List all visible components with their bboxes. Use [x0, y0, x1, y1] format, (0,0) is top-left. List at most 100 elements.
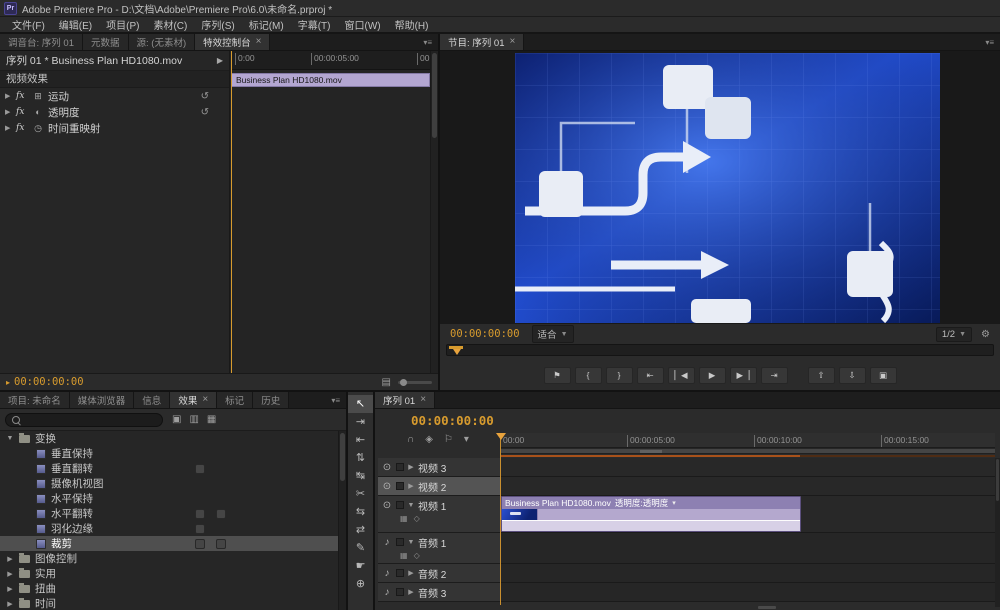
- track-header[interactable]: ⊙ ▶ 视频 3: [378, 458, 500, 477]
- effect-controls-ruler[interactable]: 0:00 00:00:05:00 00:0: [231, 51, 430, 70]
- panel-tab[interactable]: 序列 01 ×: [375, 392, 435, 408]
- track-output-toggle-icon[interactable]: ⊙: [381, 481, 393, 492]
- expand-chevron-icon[interactable]: ▶: [5, 92, 12, 100]
- effects-tree-row[interactable]: ▶ 实用: [0, 566, 338, 581]
- timeline-timecode[interactable]: 00:00:00:00: [411, 413, 494, 428]
- track-expand-icon[interactable]: ▶: [407, 588, 415, 596]
- effects-tree-row[interactable]: ▶ 图像控制: [0, 551, 338, 566]
- track-lane[interactable]: [501, 533, 995, 564]
- scrubber-playhead[interactable]: [453, 349, 461, 355]
- play-button[interactable]: ▶: [699, 367, 726, 384]
- panel-tab[interactable]: 项目: 未命名: [0, 392, 70, 408]
- track-select-tool[interactable]: ⇥: [348, 413, 373, 431]
- panel-tab[interactable]: 调音台: 序列 01: [0, 34, 83, 50]
- track-lock-toggle[interactable]: [396, 501, 404, 509]
- effect-controls-timeline[interactable]: 0:00 00:00:05:00 00:0 Business Plan HD10…: [231, 51, 430, 373]
- effect-row[interactable]: ▶ fx ◐ 透明度 ↺: [0, 104, 229, 120]
- razor-tool[interactable]: ✂: [348, 485, 373, 503]
- effects-tree-row[interactable]: 羽化边缘: [0, 521, 338, 536]
- effects-tree-row[interactable]: ▶ 时间: [0, 596, 338, 610]
- track-header[interactable]: ♪ ▶ 音频 3: [378, 583, 500, 602]
- effect-controls-timecode[interactable]: 00:00:00:00: [14, 376, 84, 388]
- effects-tree-row[interactable]: 水平翻转: [0, 506, 338, 521]
- track-lane[interactable]: [501, 564, 995, 583]
- audio-effects-filter-icon[interactable]: ▥: [189, 415, 198, 425]
- search-box[interactable]: [5, 413, 163, 427]
- effects-tree-row[interactable]: ▶ 扭曲: [0, 581, 338, 596]
- marker-button[interactable]: ⚐: [444, 435, 453, 445]
- effects-tree-row[interactable]: 摄像机视图: [0, 476, 338, 491]
- tab-close-icon[interactable]: ×: [202, 395, 208, 405]
- expand-chevron-icon[interactable]: ▶: [6, 585, 14, 593]
- playhead-caret[interactable]: [496, 433, 506, 440]
- program-monitor-stage[interactable]: [440, 51, 1000, 324]
- clip-effect-dropdown-icon[interactable]: ▾: [672, 499, 676, 507]
- encore-chapter-marker-button[interactable]: ◈: [425, 435, 433, 445]
- zoom-tool[interactable]: ⊕: [348, 575, 373, 593]
- step-back-button[interactable]: ▏◀: [668, 367, 695, 384]
- fit-dropdown[interactable]: 适合 ▼: [532, 325, 574, 343]
- ripple-edit-tool[interactable]: ⇤: [348, 431, 373, 449]
- timeline-clip[interactable]: Business Plan HD1080.mov 透明度:透明度 ▾: [501, 496, 801, 532]
- zoom-slider-knob[interactable]: [400, 379, 407, 386]
- menu-item[interactable]: 字幕(T): [291, 17, 338, 32]
- menu-item[interactable]: 标记(M): [242, 17, 291, 32]
- track-expand-icon[interactable]: ▶: [407, 482, 415, 490]
- track-output-toggle-icon[interactable]: ⊙: [381, 500, 393, 511]
- expand-chevron-icon[interactable]: ▶: [6, 570, 14, 578]
- hand-tool[interactable]: ☛: [348, 557, 373, 575]
- expand-chevron-icon[interactable]: ▶: [6, 600, 14, 608]
- expand-chevron-icon[interactable]: ▶: [5, 108, 12, 116]
- panel-tab[interactable]: 效果 ×: [170, 392, 217, 408]
- track-display-style-icon[interactable]: ▦: [400, 551, 408, 560]
- go-to-in-button[interactable]: ⇤: [637, 367, 664, 384]
- scrollbar-thumb[interactable]: [340, 433, 345, 481]
- track-lane[interactable]: [501, 458, 995, 477]
- filmstrip-icon[interactable]: ▤: [382, 377, 391, 388]
- program-scrubber[interactable]: [446, 344, 994, 356]
- tab-close-icon[interactable]: ×: [510, 37, 516, 47]
- panel-menu-icon[interactable]: ▾≡: [325, 392, 346, 408]
- track-output-toggle-icon[interactable]: ♪: [381, 587, 393, 598]
- extract-button[interactable]: ⇩: [839, 367, 866, 384]
- track-header[interactable]: ♪ ▼ 音频 1 ▦ ◇: [378, 533, 500, 564]
- panel-tab[interactable]: 信息: [134, 392, 170, 408]
- mark-out-button[interactable]: }: [606, 367, 633, 384]
- track-lane[interactable]: [501, 477, 995, 496]
- effects-tree-row[interactable]: 垂直翻转: [0, 461, 338, 476]
- effects-tree-row[interactable]: ▼ 变换: [0, 431, 338, 446]
- bit32-filter-icon[interactable]: ▦: [207, 415, 216, 425]
- track-header[interactable]: ♪ ▶ 音频 2: [378, 564, 500, 583]
- track-header[interactable]: ⊙ ▼ 视频 1 ▦ ◇: [378, 496, 500, 533]
- fx-enable-toggle[interactable]: fx: [16, 107, 28, 117]
- snap-toggle[interactable]: ∩: [407, 435, 414, 445]
- track-output-toggle-icon[interactable]: ♪: [381, 568, 393, 579]
- settings-wrench-icon[interactable]: ⚙: [981, 329, 990, 340]
- accelerated-effects-filter-icon[interactable]: ▣: [172, 415, 181, 425]
- tab-close-icon[interactable]: ×: [420, 395, 426, 405]
- track-expand-icon[interactable]: ▼: [407, 539, 415, 546]
- track-expand-icon[interactable]: ▼: [407, 502, 415, 509]
- search-input[interactable]: [25, 414, 156, 426]
- effect-row[interactable]: ▶ fx ⊞ 运动 ↺: [0, 88, 229, 104]
- work-area-grip[interactable]: [640, 450, 662, 453]
- track-lock-toggle[interactable]: [396, 588, 404, 596]
- track-keyframes-icon[interactable]: ◇: [414, 514, 420, 523]
- track-output-toggle-icon[interactable]: ⊙: [381, 462, 393, 473]
- effects-tree-row[interactable]: 裁剪: [0, 536, 338, 551]
- tab-close-icon[interactable]: ×: [256, 37, 262, 47]
- track-lock-toggle[interactable]: [396, 482, 404, 490]
- track-lock-toggle[interactable]: [396, 569, 404, 577]
- clip-effect-label[interactable]: 透明度:透明度: [615, 497, 668, 509]
- expand-chevron-icon[interactable]: ▶: [5, 124, 12, 132]
- track-keyframes-icon[interactable]: ◇: [414, 551, 420, 560]
- menu-item[interactable]: 窗口(W): [337, 17, 387, 32]
- go-to-out-button[interactable]: ⇥: [761, 367, 788, 384]
- track-header[interactable]: ⊙ ▶ 视频 2: [378, 477, 500, 496]
- panel-tab[interactable]: 源: (无素材): [129, 34, 196, 50]
- rolling-edit-tool[interactable]: ⇅: [348, 449, 373, 467]
- slip-tool[interactable]: ⇆: [348, 503, 373, 521]
- selection-tool[interactable]: ↖: [348, 395, 373, 413]
- mark-in-button[interactable]: {: [575, 367, 602, 384]
- show-keyframes-toggle-icon[interactable]: ▶: [217, 56, 223, 65]
